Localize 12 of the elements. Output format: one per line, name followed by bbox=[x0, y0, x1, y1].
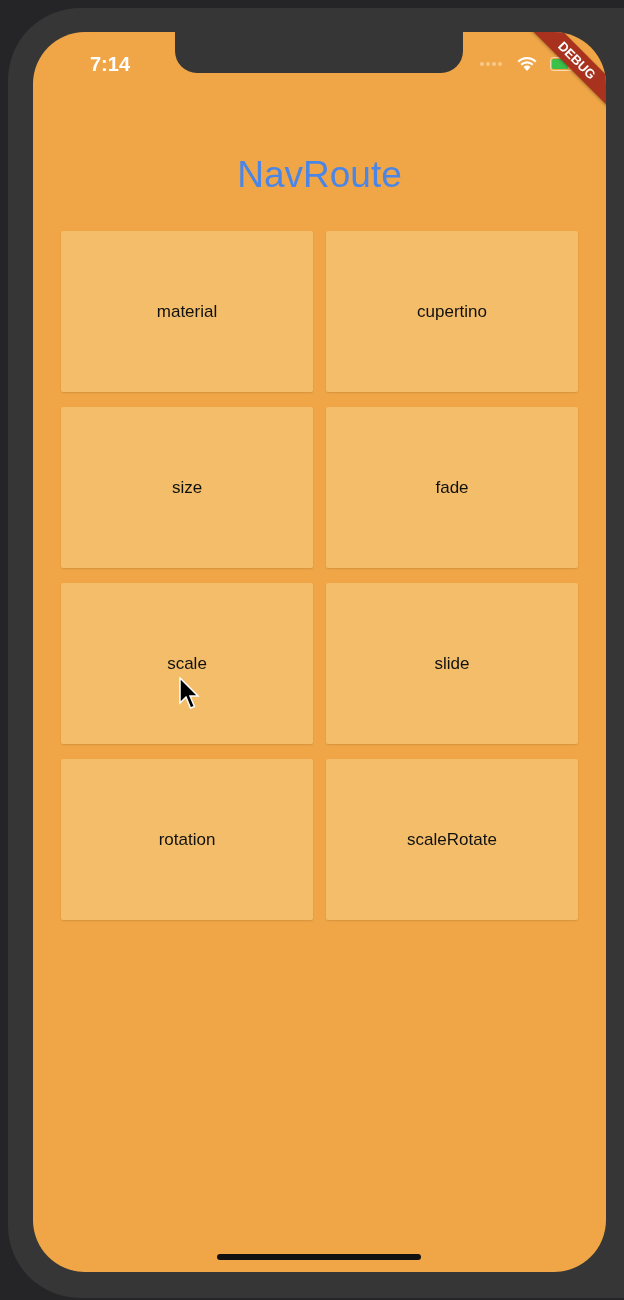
nav-button[interactable]: fade bbox=[326, 407, 578, 568]
page-title: NavRoute bbox=[236, 153, 403, 197]
wifi-icon bbox=[516, 56, 538, 72]
nav-button[interactable]: cupertino bbox=[326, 231, 578, 392]
nav-button[interactable]: material bbox=[61, 231, 313, 392]
nav-button[interactable]: scale bbox=[61, 583, 313, 744]
status-time: 7:14 bbox=[90, 52, 131, 76]
nav-button[interactable]: size bbox=[61, 407, 313, 568]
nav-button[interactable]: slide bbox=[326, 583, 578, 744]
nav-button[interactable]: rotation bbox=[61, 759, 313, 920]
signal-icon bbox=[480, 62, 502, 66]
nav-button[interactable]: scaleRotate bbox=[326, 759, 578, 920]
